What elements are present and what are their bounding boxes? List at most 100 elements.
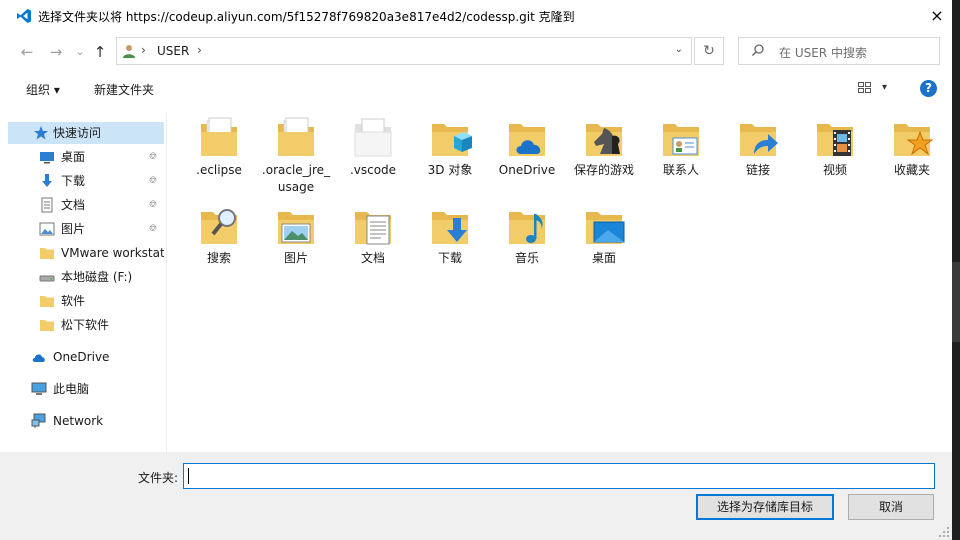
download-icon xyxy=(42,174,52,187)
network-icon xyxy=(31,413,46,428)
folder-item-saved-games[interactable]: 保存的游戏 xyxy=(567,112,641,196)
sidebar-item-label: OneDrive xyxy=(53,350,110,364)
view-icon[interactable] xyxy=(858,82,872,94)
sidebar-item-documents[interactable]: 文档 ⎊ xyxy=(8,194,164,216)
folder-contacts-icon xyxy=(663,124,699,156)
forward-button[interactable]: → xyxy=(46,42,66,62)
sidebar-item-label: 桌面 xyxy=(61,150,86,164)
organize-menu[interactable]: 组织 ▾ xyxy=(26,81,60,98)
address-bar[interactable]: › USER › ⌄ xyxy=(116,37,692,65)
text-caret xyxy=(188,468,189,484)
search-icon xyxy=(751,44,764,57)
sidebar-item-this-pc[interactable]: 此电脑 xyxy=(8,378,164,400)
background-scrollbar xyxy=(952,262,960,342)
file-name: 保存的游戏 xyxy=(573,163,634,177)
folder-links-icon xyxy=(740,124,778,156)
folder-item-documents[interactable]: 文档 xyxy=(336,200,410,284)
sidebar-item-network[interactable]: Network xyxy=(8,410,164,432)
folder-item-onedrive[interactable]: OneDrive xyxy=(490,112,564,196)
search-placeholder: 在 USER 中搜索 xyxy=(779,46,867,60)
pin-icon: ⎊ xyxy=(149,199,157,210)
folder-desktop-icon xyxy=(586,212,625,244)
folder-item-searches[interactable]: 搜索 xyxy=(182,200,256,284)
sidebar-item-label: VMware workstat xyxy=(61,246,164,260)
folder-games-icon xyxy=(586,124,622,156)
dialog-footer: 文件夹: 选择为存储库目标 取消 xyxy=(0,452,952,540)
navigation-pane: 快速访问 桌面 ⎊ 下载 ⎊ 文档 ⎊ 图片 ⎊ VMware workstat xyxy=(8,112,166,452)
folder-music-icon xyxy=(509,212,545,244)
sidebar-item-downloads[interactable]: 下载 ⎊ xyxy=(8,170,164,192)
title-bar: 选择文件夹以将 https://codeup.aliyun.com/5f1527… xyxy=(0,0,952,32)
cancel-button[interactable]: 取消 xyxy=(848,494,934,520)
folder-item-favorites[interactable]: 收藏夹 xyxy=(875,112,949,196)
star-icon xyxy=(34,126,48,140)
search-input[interactable]: 在 USER 中搜索 xyxy=(738,37,940,65)
pictures-icon xyxy=(39,222,55,236)
file-name: 桌面 xyxy=(591,251,616,265)
sidebar-item-desktop[interactable]: 桌面 ⎊ xyxy=(8,146,164,168)
sidebar-item-vmware[interactable]: VMware workstat xyxy=(8,242,164,264)
folder-item-links[interactable]: 链接 xyxy=(721,112,795,196)
folder-item-3d-objects[interactable]: 3D 对象 xyxy=(413,112,487,196)
pin-icon: ⎊ xyxy=(149,151,157,162)
resize-grip-icon[interactable] xyxy=(938,526,950,538)
folder-docs-icon xyxy=(278,117,314,156)
pin-icon: ⎊ xyxy=(149,223,157,234)
sidebar-item-onedrive[interactable]: OneDrive xyxy=(8,346,164,368)
folder-item-contacts[interactable]: 联系人 xyxy=(644,112,718,196)
breadcrumb-separator: › xyxy=(141,43,146,57)
file-name: .oracle_jre_usage xyxy=(261,163,331,194)
help-icon[interactable]: ? xyxy=(920,80,937,97)
sidebar-item-pictures[interactable]: 图片 ⎊ xyxy=(8,218,164,240)
sidebar-item-label: 文档 xyxy=(61,198,86,212)
folder-picker-dialog: 选择文件夹以将 https://codeup.aliyun.com/5f1527… xyxy=(0,0,952,540)
recent-locations-button[interactable]: ⌄ xyxy=(70,42,90,62)
computer-icon xyxy=(31,382,47,395)
folder-item-vscode[interactable]: .vscode xyxy=(336,112,410,196)
select-repository-target-button[interactable]: 选择为存储库目标 xyxy=(696,494,834,520)
breadcrumb-separator[interactable]: › xyxy=(197,43,202,57)
folder-docs-icon xyxy=(201,117,237,156)
cloud-icon xyxy=(32,354,45,362)
view-dropdown-icon[interactable]: ▾ xyxy=(882,82,887,93)
folder-item-oracle-jre-usage[interactable]: .oracle_jre_usage xyxy=(259,112,333,196)
folder-icon xyxy=(40,296,54,307)
background-editor-edge xyxy=(952,0,960,540)
folder-pictures-icon xyxy=(278,212,314,244)
new-folder-button[interactable]: 新建文件夹 xyxy=(94,81,154,98)
chevron-down-icon[interactable]: ⌄ xyxy=(675,44,683,55)
refresh-button[interactable]: ↻ xyxy=(694,37,724,65)
sidebar-item-drive-f[interactable]: 本地磁盘 (F:) xyxy=(8,266,164,288)
file-name: 3D 对象 xyxy=(427,163,473,177)
back-button[interactable]: ← xyxy=(17,42,37,62)
sidebar-item-label: 图片 xyxy=(61,222,86,236)
folder-item-videos[interactable]: 视频 xyxy=(798,112,872,196)
sidebar-item-software[interactable]: 软件 xyxy=(8,290,164,312)
folder-item-downloads[interactable]: 下载 xyxy=(413,200,487,284)
user-folder-icon xyxy=(123,45,135,58)
drive-icon xyxy=(39,275,55,282)
folder-item-desktop[interactable]: 桌面 xyxy=(567,200,641,284)
sidebar-item-quick-access[interactable]: 快速访问 xyxy=(8,122,164,144)
folder-item-eclipse[interactable]: .eclipse xyxy=(182,112,256,196)
folder-input[interactable] xyxy=(183,463,935,489)
vscode-icon xyxy=(17,9,31,23)
window-title: 选择文件夹以将 https://codeup.aliyun.com/5f1527… xyxy=(38,10,575,24)
close-icon[interactable]: × xyxy=(924,4,950,28)
breadcrumb-user[interactable]: USER xyxy=(157,44,189,58)
folder-item-music[interactable]: 音乐 xyxy=(490,200,564,284)
folder-downloads-icon xyxy=(432,212,468,244)
folder-item-pictures[interactable]: 图片 xyxy=(259,200,333,284)
pane-divider[interactable] xyxy=(166,112,167,452)
sidebar-item-panasonic-software[interactable]: 松下软件 xyxy=(8,314,164,336)
folder-icon xyxy=(40,320,54,331)
folder-white-icon xyxy=(354,118,392,157)
sidebar-item-label: 快速访问 xyxy=(53,126,102,140)
file-name: 搜索 xyxy=(206,251,231,265)
file-name: 视频 xyxy=(822,163,847,177)
folder-3d-icon xyxy=(432,124,472,156)
up-button[interactable]: ↑ xyxy=(90,42,110,62)
sidebar-item-label: 此电脑 xyxy=(53,382,90,396)
file-name: 音乐 xyxy=(514,251,539,265)
file-name: 链接 xyxy=(745,163,770,177)
